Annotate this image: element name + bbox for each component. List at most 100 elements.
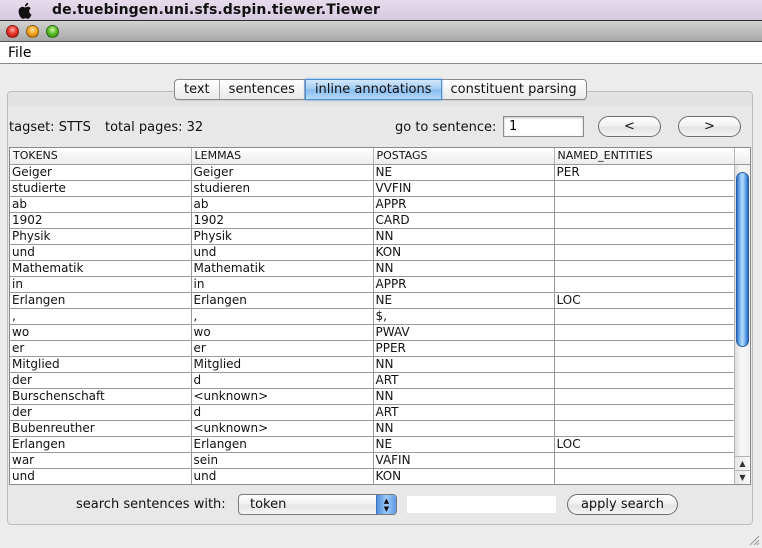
menu-file[interactable]: File (0, 45, 31, 61)
table-row[interactable]: wo wo PWAV (10, 324, 736, 341)
table-row[interactable]: Bubenreuther <unknown> NN (10, 420, 736, 437)
cell-lemma[interactable]: <unknown> (191, 388, 374, 405)
cell-token[interactable]: Physik (10, 228, 192, 245)
cell-named-entity[interactable] (554, 228, 736, 245)
cell-postag[interactable]: NE (373, 436, 555, 453)
cell-token[interactable]: der (10, 372, 192, 389)
cell-lemma[interactable]: Mitglied (191, 356, 374, 373)
cell-postag[interactable]: NE (373, 164, 555, 181)
cell-lemma[interactable]: 1902 (191, 212, 374, 229)
next-sentence-button[interactable]: > (678, 116, 741, 137)
cell-postag[interactable]: KON (373, 244, 555, 261)
cell-postag[interactable]: NN (373, 228, 555, 245)
cell-named-entity[interactable] (554, 420, 736, 437)
cell-lemma[interactable]: in (191, 276, 374, 293)
cell-lemma[interactable]: wo (191, 324, 374, 341)
cell-token[interactable]: war (10, 452, 192, 469)
cell-postag[interactable]: KON (373, 468, 555, 484)
cell-postag[interactable]: NE (373, 292, 555, 309)
cell-postag[interactable]: NN (373, 420, 555, 437)
cell-token[interactable]: studierte (10, 180, 192, 197)
table-row[interactable]: Burschenschaft <unknown> NN (10, 388, 736, 405)
apply-search-button[interactable]: apply search (567, 494, 678, 515)
table-row[interactable]: Physik Physik NN (10, 228, 736, 245)
minimize-window-button[interactable] (26, 24, 39, 38)
cell-named-entity[interactable]: LOC (554, 436, 736, 453)
cell-lemma[interactable]: sein (191, 452, 374, 469)
cell-postag[interactable]: VAFIN (373, 452, 555, 469)
table-row[interactable]: und und KON (10, 468, 736, 484)
cell-named-entity[interactable] (554, 340, 736, 357)
previous-sentence-button[interactable]: < (598, 116, 661, 137)
tab-constituent-parsing[interactable]: constituent parsing (442, 80, 586, 99)
cell-token[interactable]: Mitglied (10, 356, 192, 373)
cell-named-entity[interactable] (554, 388, 736, 405)
cell-token[interactable]: der (10, 404, 192, 421)
cell-postag[interactable]: APPR (373, 196, 555, 213)
table-row[interactable]: er er PPER (10, 340, 736, 357)
cell-lemma[interactable]: <unknown> (191, 420, 374, 437)
table-row[interactable]: Erlangen Erlangen NE LOC (10, 292, 736, 309)
scrollbar-thumb[interactable] (736, 172, 749, 347)
cell-named-entity[interactable] (554, 244, 736, 261)
cell-named-entity[interactable] (554, 196, 736, 213)
cell-postag[interactable]: $, (373, 308, 555, 325)
cell-lemma[interactable]: Physik (191, 228, 374, 245)
cell-named-entity[interactable] (554, 324, 736, 341)
column-header-postags[interactable]: POSTAGS (373, 148, 555, 165)
table-row[interactable]: und und KON (10, 244, 736, 261)
table-row[interactable]: studierte studieren VVFIN (10, 180, 736, 197)
cell-named-entity[interactable] (554, 308, 736, 325)
close-window-button[interactable] (6, 24, 19, 38)
cell-lemma[interactable]: und (191, 468, 374, 484)
tab-text[interactable]: text (175, 80, 220, 99)
cell-postag[interactable]: ART (373, 372, 555, 389)
cell-token[interactable]: 1902 (10, 212, 192, 229)
tab-sentences[interactable]: sentences (220, 80, 305, 99)
cell-lemma[interactable]: er (191, 340, 374, 357)
cell-postag[interactable]: NN (373, 388, 555, 405)
search-input[interactable] (407, 496, 556, 513)
cell-lemma[interactable]: d (191, 404, 374, 421)
cell-named-entity[interactable] (554, 356, 736, 373)
table-row[interactable]: Mitglied Mitglied NN (10, 356, 736, 373)
cell-postag[interactable]: APPR (373, 276, 555, 293)
cell-lemma[interactable]: Erlangen (191, 436, 374, 453)
cell-token[interactable]: ab (10, 196, 192, 213)
cell-named-entity[interactable] (554, 452, 736, 469)
cell-postag[interactable]: PPER (373, 340, 555, 357)
table-row[interactable]: 1902 1902 CARD (10, 212, 736, 229)
table-row[interactable]: in in APPR (10, 276, 736, 293)
column-header-lemmas[interactable]: LEMMAS (191, 148, 374, 165)
apple-icon[interactable] (18, 2, 34, 19)
table-row[interactable]: Geiger Geiger NE PER (10, 164, 736, 181)
table-row[interactable]: der d ART (10, 404, 736, 421)
column-header-named-entities[interactable]: NAMED_ENTITIES (554, 148, 736, 165)
cell-postag[interactable]: VVFIN (373, 180, 555, 197)
cell-token[interactable]: Burschenschaft (10, 388, 192, 405)
goto-sentence-input[interactable] (503, 116, 584, 137)
cell-token[interactable]: Geiger (10, 164, 192, 181)
vertical-scrollbar[interactable]: ▲ ▼ (734, 165, 750, 484)
cell-lemma[interactable]: studieren (191, 180, 374, 197)
cell-token[interactable]: in (10, 276, 192, 293)
cell-lemma[interactable]: ab (191, 196, 374, 213)
table-row[interactable]: der d ART (10, 372, 736, 389)
cell-lemma[interactable]: Geiger (191, 164, 374, 181)
cell-token[interactable]: Erlangen (10, 436, 192, 453)
cell-token[interactable]: und (10, 244, 192, 261)
tab-inline-annotations[interactable]: inline annotations (304, 79, 442, 100)
cell-token[interactable]: , (10, 308, 192, 325)
table-row[interactable]: Mathematik Mathematik NN (10, 260, 736, 277)
cell-named-entity[interactable] (554, 372, 736, 389)
cell-postag[interactable]: NN (373, 356, 555, 373)
scroll-down-arrow-icon[interactable]: ▼ (735, 470, 750, 484)
table-row[interactable]: ab ab APPR (10, 196, 736, 213)
cell-token[interactable]: er (10, 340, 192, 357)
cell-named-entity[interactable]: PER (554, 164, 736, 181)
cell-postag[interactable]: ART (373, 404, 555, 421)
table-row[interactable]: ,, $, (10, 308, 736, 325)
cell-named-entity[interactable] (554, 468, 736, 484)
cell-named-entity[interactable] (554, 276, 736, 293)
resize-grip-icon[interactable] (748, 534, 760, 546)
